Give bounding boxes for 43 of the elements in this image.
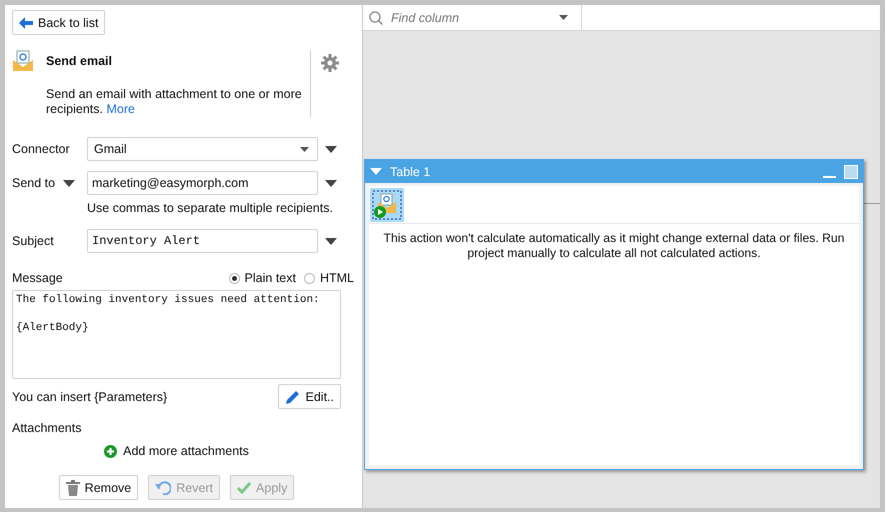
- radio-button[interactable]: [304, 272, 315, 284]
- maximize-icon[interactable]: [844, 164, 858, 178]
- trash-icon: [66, 480, 80, 496]
- caret-icon[interactable]: [325, 238, 337, 244]
- connector-dropdown[interactable]: Gmail: [87, 137, 318, 161]
- pencil-icon: [284, 388, 300, 404]
- add-attachments-button[interactable]: Add more attachments: [102, 442, 251, 460]
- remove-button[interactable]: Remove: [58, 475, 138, 500]
- caret-icon[interactable]: [325, 180, 337, 186]
- caret-icon[interactable]: [559, 15, 568, 20]
- search-field[interactable]: Find column: [389, 10, 553, 26]
- attachments-label: Attachments: [12, 421, 82, 435]
- undo-arrow-icon: [155, 480, 172, 494]
- caret-icon[interactable]: [63, 180, 76, 186]
- radio-button[interactable]: [228, 272, 240, 284]
- subject-field[interactable]: Inventory Alert: [87, 229, 318, 253]
- send-to-label: Send to: [12, 176, 56, 190]
- edit-button[interactable]: Edit..: [278, 384, 341, 409]
- send-to-field[interactable]: marketing@easymorph.com: [87, 171, 318, 195]
- message-label: Message: [12, 271, 63, 285]
- connector-label: Connector: [12, 142, 71, 156]
- radio-label[interactable]: Plain text: [244, 271, 296, 285]
- email-envelope-icon: [12, 50, 34, 72]
- window-title: Table 1: [390, 164, 432, 178]
- search-icon: [369, 10, 383, 24]
- back-button[interactable]: Back to list: [12, 10, 106, 35]
- notice-text: This action won't calculate automatically as it might change external data or files. Run project manually to calculate all not calculated actions.: [382, 231, 846, 261]
- parameters-hint: You can insert {Parameters}: [12, 390, 168, 404]
- message-field[interactable]: The following inventory issues need attention: {AlertBody}: [12, 290, 341, 379]
- more-link[interactable]: More: [106, 102, 135, 116]
- send-to-hint: Use commas to separate multiple recipients.: [87, 201, 334, 215]
- back-arrow-icon: [19, 16, 33, 28]
- settings-icon[interactable]: [321, 54, 339, 72]
- plus-icon: [104, 444, 118, 458]
- caret-icon[interactable]: [300, 146, 309, 152]
- radio-label[interactable]: HTML: [320, 271, 354, 285]
- checkmark-icon: [237, 482, 252, 494]
- action-title: Send email: [46, 54, 112, 68]
- caret-icon[interactable]: [325, 146, 337, 152]
- collapse-caret-icon[interactable]: [370, 168, 382, 175]
- action-description: Send an email with attachment to one or more recipients. More: [46, 87, 303, 117]
- email-action-icon[interactable]: [370, 188, 404, 222]
- subject-label: Subject: [12, 234, 55, 248]
